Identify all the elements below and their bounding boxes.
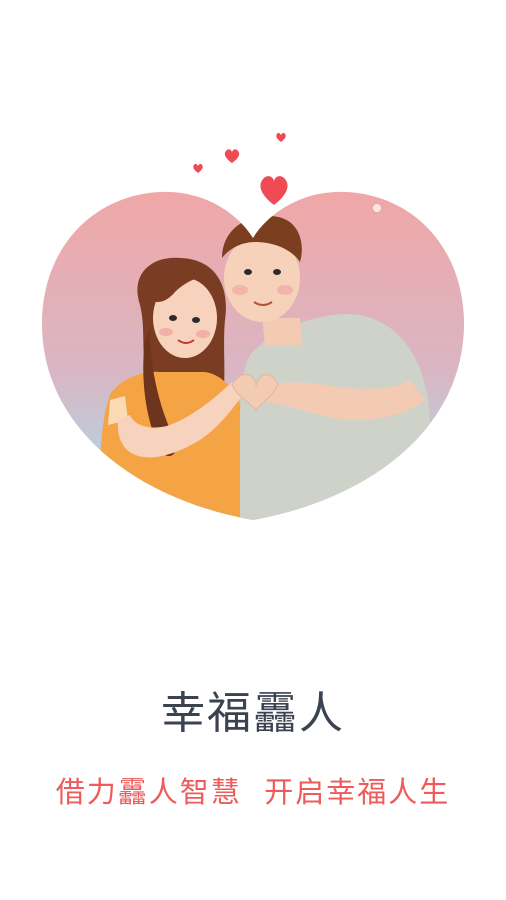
app-title: 幸福靐人 (161, 688, 345, 739)
floating-heart-icon (193, 132, 288, 205)
splash-screen: 幸福靐人 借力靐人智慧 开启幸福人生 (0, 0, 506, 900)
couple-heart-illustration (41, 132, 465, 520)
app-slogan: 借力靐人智慧 开启幸福人生 (55, 775, 451, 809)
